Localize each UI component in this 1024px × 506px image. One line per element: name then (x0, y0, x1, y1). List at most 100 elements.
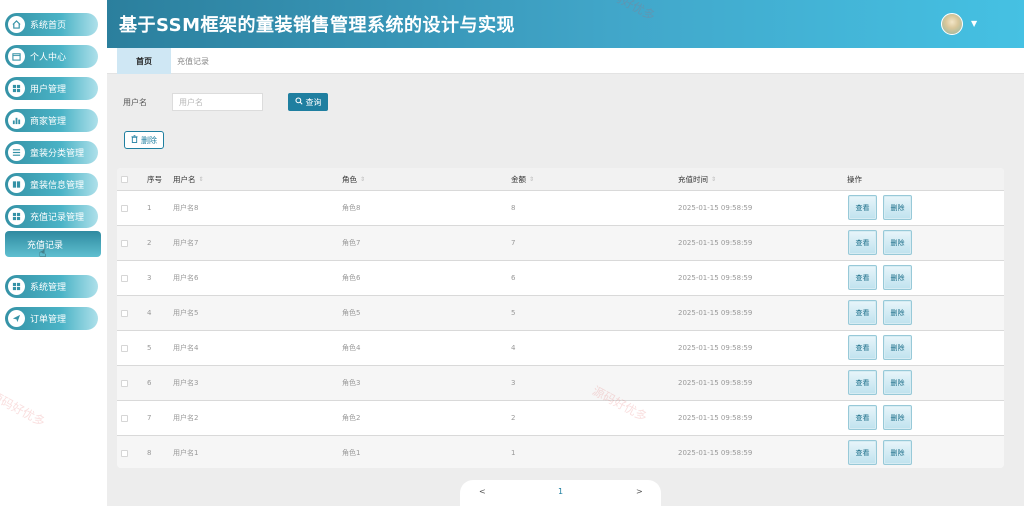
column-header-actions: 操作 (847, 174, 862, 184)
sidebar-item-users[interactable]: 用户管理 (5, 77, 98, 100)
cell-username: 用户名1 (173, 449, 199, 457)
search-input[interactable] (172, 93, 263, 111)
column-header-amount[interactable]: 金额 ⇕ (511, 168, 534, 190)
view-button[interactable]: 查看 (848, 405, 877, 430)
cell-amount: 8 (511, 204, 516, 212)
cell-username: 用户名5 (173, 309, 199, 317)
delete-button[interactable]: 删除 (883, 440, 912, 465)
row-checkbox[interactable] (121, 296, 128, 330)
view-button[interactable]: 查看 (848, 195, 877, 220)
search-button[interactable]: 查询 (288, 93, 328, 111)
sort-icon[interactable]: ⇕ (529, 176, 534, 183)
sort-icon[interactable]: ⇕ (199, 176, 204, 183)
cell-username: 用户名7 (173, 239, 199, 247)
delete-button[interactable]: 删除 (883, 265, 912, 290)
sidebar-item-label: 用户管理 (30, 85, 67, 95)
sidebar-item-system[interactable]: 系统管理 (5, 275, 98, 298)
delete-button[interactable]: 删除 (883, 370, 912, 395)
view-button[interactable]: 查看 (848, 440, 877, 465)
search-button-label: 查询 (305, 97, 322, 107)
view-button[interactable]: 查看 (848, 300, 877, 325)
table-row: 2 用户名7 角色7 7 2025-01-15 09:58:59 查看 删除 (117, 225, 1004, 260)
row-checkbox[interactable] (121, 401, 128, 435)
delete-button[interactable]: 删除 (883, 405, 912, 430)
delete-button[interactable]: 删除 (883, 230, 912, 255)
column-header-role[interactable]: 角色 ⇕ (342, 168, 365, 190)
cell-time: 2025-01-15 09:58:59 (678, 379, 753, 387)
cell-username: 用户名6 (173, 274, 199, 282)
column-header-label: 充值时间 (678, 174, 708, 184)
delete-button[interactable]: 删除 (883, 335, 912, 360)
view-button[interactable]: 查看 (848, 230, 877, 255)
row-checkbox[interactable] (121, 226, 128, 260)
cell-amount: 4 (511, 344, 516, 352)
cell-role: 角色5 (342, 309, 361, 317)
sidebar-item-clothing-info[interactable]: 童装信息管理 (5, 173, 98, 196)
cell-username: 用户名4 (173, 344, 199, 352)
sort-icon[interactable]: ⇕ (360, 176, 365, 183)
batch-delete-button[interactable]: 删除 (124, 131, 164, 149)
pagination: < 1 > (460, 480, 661, 506)
delete-button[interactable]: 删除 (883, 300, 912, 325)
trash-icon (131, 135, 138, 145)
cell-username: 用户名2 (173, 414, 199, 422)
view-button[interactable]: 查看 (848, 370, 877, 395)
cell-index: 6 (147, 379, 152, 387)
sort-icon[interactable]: ⇕ (711, 176, 716, 183)
sidebar-item-profile[interactable]: 个人中心 (5, 45, 98, 68)
table-row: 3 用户名6 角色6 6 2025-01-15 09:58:59 查看 删除 (117, 260, 1004, 295)
hand-cursor-icon: ☝ (39, 246, 47, 260)
list-icon (8, 144, 25, 161)
cell-username: 用户名3 (173, 379, 199, 387)
sidebar-subitem-recharge[interactable]: 充值记录 (5, 231, 101, 257)
tab-recharge[interactable]: 充值记录 (171, 48, 215, 74)
select-all-checkbox[interactable] (121, 168, 128, 190)
sidebar-item-home[interactable]: 系统首页 (5, 13, 98, 36)
send-icon (8, 310, 25, 327)
cell-role: 角色6 (342, 274, 361, 282)
sidebar-item-label: 系统首页 (30, 21, 67, 31)
cell-amount: 7 (511, 239, 516, 247)
table-row: 8 用户名1 角色1 1 2025-01-15 09:58:59 查看 删除 (117, 435, 1004, 468)
grid-icon (8, 278, 25, 295)
delete-button-label: 删除 (141, 135, 157, 145)
caret-down-icon[interactable]: ▼ (971, 19, 977, 28)
next-page-button[interactable]: > (636, 487, 643, 496)
avatar[interactable] (941, 13, 963, 35)
search-icon (294, 97, 303, 107)
sidebar-item-merchants[interactable]: 商家管理 (5, 109, 98, 132)
cell-time: 2025-01-15 09:58:59 (678, 309, 753, 317)
cell-username: 用户名8 (173, 204, 199, 212)
cell-index: 2 (147, 239, 152, 247)
cell-time: 2025-01-15 09:58:59 (678, 274, 753, 282)
cell-time: 2025-01-15 09:58:59 (678, 239, 753, 247)
view-button[interactable]: 查看 (848, 335, 877, 360)
bar-chart-icon (8, 112, 25, 129)
row-checkbox[interactable] (121, 331, 128, 365)
tab-bar: 首页 充值记录 (107, 48, 1024, 74)
page-number-current[interactable]: 1 (558, 487, 563, 496)
home-icon (8, 16, 25, 33)
grid-icon (8, 80, 25, 97)
cell-amount: 3 (511, 379, 516, 387)
view-button[interactable]: 查看 (848, 265, 877, 290)
cell-amount: 1 (511, 449, 516, 457)
sidebar-item-clothing-category[interactable]: 童装分类管理 (5, 141, 98, 164)
column-header-username[interactable]: 用户名 ⇕ (173, 168, 204, 190)
row-checkbox[interactable] (121, 436, 128, 468)
cell-index: 1 (147, 204, 152, 212)
sidebar-item-label: 充值记录管理 (30, 213, 85, 223)
row-checkbox[interactable] (121, 366, 128, 400)
cell-time: 2025-01-15 09:58:59 (678, 204, 753, 212)
tab-home[interactable]: 首页 (117, 48, 171, 74)
prev-page-button[interactable]: < (479, 487, 486, 496)
column-header-time[interactable]: 充值时间 ⇕ (678, 168, 716, 190)
row-checkbox[interactable] (121, 191, 128, 225)
sidebar-item-orders[interactable]: 订单管理 (5, 307, 98, 330)
row-checkbox[interactable] (121, 261, 128, 295)
cell-time: 2025-01-15 09:58:59 (678, 449, 753, 457)
sidebar-item-recharge-records[interactable]: 充值记录管理 (5, 205, 98, 228)
calendar-icon (8, 48, 25, 65)
delete-button[interactable]: 删除 (883, 195, 912, 220)
sidebar-item-label: 个人中心 (30, 53, 67, 63)
